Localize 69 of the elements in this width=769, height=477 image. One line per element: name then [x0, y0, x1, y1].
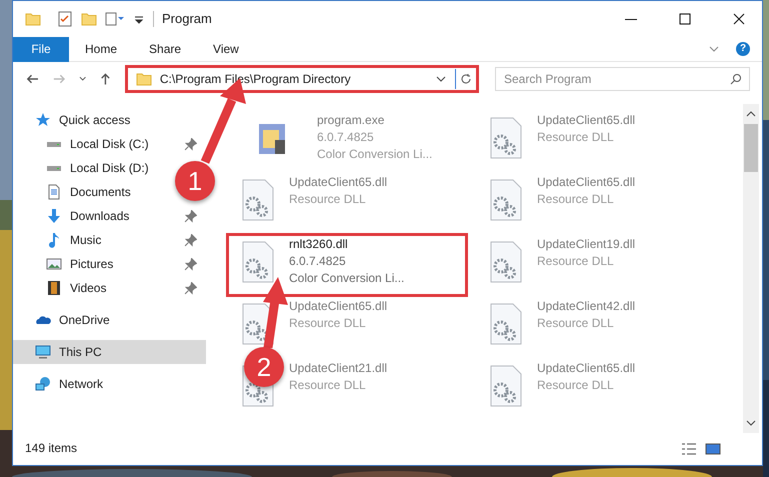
drive-icon — [46, 140, 62, 148]
file-name: UpdateClient65.dll — [537, 360, 636, 377]
document-icon — [46, 184, 62, 200]
folder-icon — [81, 12, 97, 26]
search-icon — [730, 73, 742, 85]
window-title: Program — [162, 10, 212, 28]
file-name: rnlt3260.dll — [289, 236, 349, 253]
ribbon-tab[interactable]: View — [197, 36, 255, 62]
arrow — [260, 276, 290, 348]
address-bar[interactable]: C:\Program Files\Program Directory — [124, 65, 479, 93]
file-detail: Resource DLL — [537, 129, 615, 146]
file-name: UpdateClient65.dll — [537, 112, 636, 129]
file-detail: Resource DLL — [537, 253, 615, 270]
file-detail: 6.0.7.4825 — [289, 253, 347, 270]
properties-icon — [105, 11, 125, 27]
file-detail: Resource DLL — [537, 315, 615, 332]
file-name: UpdateClient65.dll — [289, 298, 388, 315]
star-icon — [35, 112, 51, 128]
folder-icon — [136, 72, 152, 86]
film-icon — [46, 280, 62, 296]
sidebar-item[interactable]: Music — [13, 228, 114, 252]
sidebar-item[interactable]: OneDrive — [13, 308, 122, 332]
sidebar-item[interactable]: Network — [13, 372, 116, 396]
scrollbar-thumb[interactable] — [744, 124, 758, 172]
maximize-icon — [679, 13, 691, 25]
sidebar-item[interactable]: Local Disk (D:) — [13, 156, 161, 180]
ribbon-tab[interactable]: Home — [69, 36, 134, 62]
ribbon-tab[interactable]: Share — [133, 36, 198, 62]
sidebar-item[interactable]: Videos — [13, 276, 118, 300]
file-detail: Color Conversion Li... — [317, 146, 432, 163]
drive-icon — [46, 164, 62, 172]
file-name: UpdateClient21.dll — [289, 360, 388, 377]
file-detail: Resource DLL — [289, 377, 367, 394]
sidebar-item[interactable]: Quick access — [13, 108, 142, 132]
file-detail: 6.0.7.4825 — [317, 129, 375, 146]
minimize-icon — [625, 18, 637, 20]
picture-frame-icon — [46, 256, 62, 272]
file-name: program.exe — [317, 112, 386, 129]
sidebar-item[interactable]: Local Disk (C:) — [13, 132, 161, 156]
file-name: UpdateClient19.dll — [537, 236, 636, 253]
sidebar-item[interactable]: Downloads — [13, 204, 142, 228]
monitor-icon — [35, 344, 51, 360]
file-item[interactable]: rnlt3260.dll 6.0.7.4825 Color Conversion Li... — [229, 236, 465, 294]
sidebar-item[interactable]: This PC — [13, 340, 206, 364]
sidebar-item[interactable]: Pictures — [13, 252, 126, 276]
file-detail: Resource DLL — [289, 191, 367, 208]
file-name: UpdateClient65.dll — [537, 174, 636, 191]
file-name: UpdateClient65.dll — [289, 174, 388, 191]
status-text: 149 items — [24, 440, 78, 457]
help-button[interactable]: ? — [736, 42, 750, 56]
folder-icon — [25, 12, 41, 26]
sidebar-item[interactable]: Documents — [13, 180, 143, 204]
checklist-icon — [57, 11, 73, 27]
file-detail: Color Conversion Li... — [289, 270, 404, 287]
refresh-icon[interactable] — [460, 73, 472, 85]
ribbon-tab[interactable]: File — [13, 36, 69, 62]
address-path: C:\Program Files\Program Directory — [160, 71, 352, 88]
chevron-down-icon[interactable] — [78, 75, 86, 83]
scrollbar[interactable] — [743, 104, 759, 433]
file-detail: Resource DLL — [537, 191, 615, 208]
large-icons-view-icon[interactable] — [705, 441, 721, 457]
file-name: UpdateClient42.dll — [537, 298, 636, 315]
close-icon — [733, 13, 745, 25]
network-icon — [35, 376, 51, 392]
search-field[interactable]: Search Program — [495, 67, 750, 91]
details-view-icon[interactable] — [681, 441, 697, 457]
file-detail: Resource DLL — [537, 377, 615, 394]
down-arrow-icon — [46, 208, 62, 224]
file-detail: Resource DLL — [289, 315, 367, 332]
